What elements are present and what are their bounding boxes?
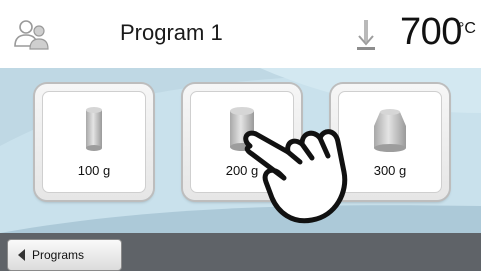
programs-back-button[interactable]: Programs	[7, 239, 122, 271]
small-cylinder-icon	[86, 107, 102, 151]
program-screen: Program 1 700 °C 100 g 200 g 300 g Progr…	[0, 0, 481, 271]
temperature-unit: °C	[458, 20, 476, 37]
page-title: Program 1	[120, 20, 223, 45]
programs-button-label: Programs	[32, 248, 85, 262]
weight-selection-panel: 100 g 200 g 300 g	[0, 68, 481, 233]
header-bar: Program 1 700 °C	[0, 0, 481, 68]
tile-label: 200 g	[225, 163, 259, 178]
arrow-left-icon	[18, 249, 25, 261]
tile-label: 100 g	[77, 163, 111, 178]
footer-bar: Programs	[0, 233, 481, 271]
weight-tile-200g[interactable]: 200 g	[183, 84, 301, 200]
weight-tile-100g[interactable]: 100 g	[35, 84, 153, 200]
weight-tile-300g[interactable]: 300 g	[331, 84, 449, 200]
large-cylinder-icon	[374, 109, 406, 152]
tile-label: 300 g	[373, 163, 407, 178]
users-icon[interactable]	[12, 18, 52, 50]
medium-cylinder-icon	[230, 107, 254, 151]
temperature-probe-icon	[357, 20, 375, 50]
temperature-value: 700	[400, 11, 462, 53]
